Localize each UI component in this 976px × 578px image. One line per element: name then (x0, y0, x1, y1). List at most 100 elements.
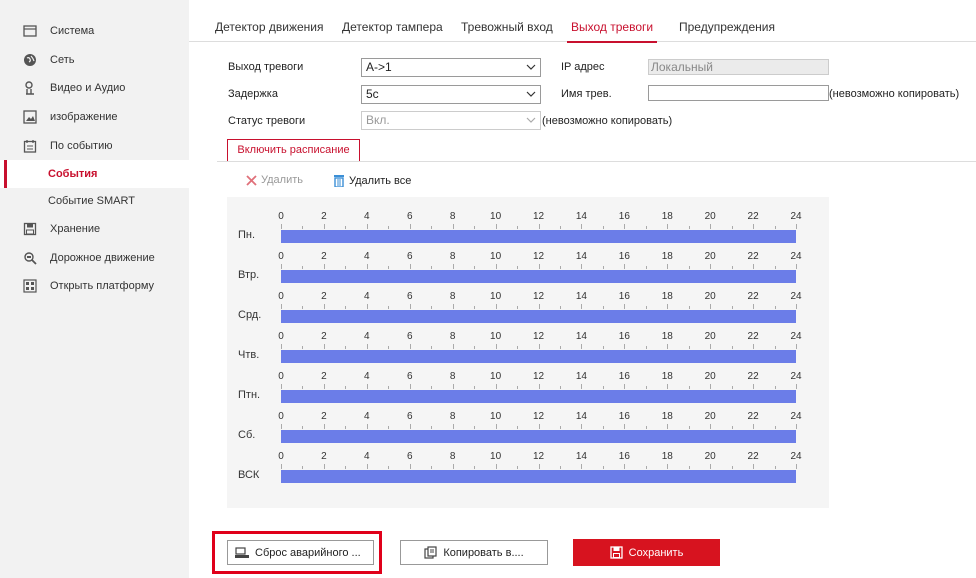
sidebar-item-network[interactable]: Сеть (0, 46, 189, 74)
schedule-bar[interactable] (281, 390, 796, 403)
tab-exceptions[interactable]: Предупреждения (679, 12, 775, 42)
alarm-name-input[interactable] (648, 85, 829, 101)
hour-tick-label: 4 (364, 291, 370, 302)
hour-tick-label: 22 (747, 411, 759, 422)
delete-all-label: Удалить все (349, 174, 412, 187)
hour-tick-label: 4 (364, 411, 370, 422)
hour-tick-mark (688, 386, 690, 389)
hour-tick-label: 18 (661, 371, 673, 382)
tab-motion-detection[interactable]: Детектор движения (215, 12, 323, 42)
delay-select[interactable]: 5с (361, 85, 541, 104)
hour-tick-mark (452, 224, 454, 229)
app-root: Система Сеть Видео и Аудио изображение П… (0, 0, 976, 578)
hour-tick-label: 22 (747, 451, 759, 462)
hour-tick-label: 18 (661, 451, 673, 462)
hour-tick-mark (667, 224, 669, 229)
hour-tick-label: 14 (575, 411, 587, 422)
hour-tick-label: 20 (704, 331, 716, 342)
hour-tick-mark (323, 304, 325, 309)
sidebar-item-video-audio[interactable]: Видео и Аудио (0, 74, 189, 102)
hour-tick-label: 8 (449, 211, 456, 222)
hour-tick-mark (281, 224, 282, 229)
hour-tick-mark (388, 306, 390, 309)
hour-tick-label: 12 (532, 291, 545, 302)
hour-tick-mark (474, 466, 476, 469)
hour-tick-mark (452, 304, 454, 309)
sidebar-item-traffic[interactable]: Дорожное движение (0, 244, 189, 272)
hour-tick-mark (796, 424, 797, 429)
hour-tick-mark (409, 264, 411, 269)
enable-schedule-button[interactable]: Включить расписание (227, 139, 360, 162)
hour-tick-mark (624, 304, 626, 309)
alarm-status-select: Вкл. (361, 111, 541, 130)
hour-tick-mark (409, 304, 411, 309)
hour-tick-label: 20 (704, 451, 716, 462)
schedule-bar[interactable] (281, 310, 796, 323)
schedule-bar[interactable] (281, 430, 796, 443)
hour-tick-mark (710, 344, 712, 349)
hour-tick-mark (281, 464, 282, 469)
hour-tick-mark (688, 426, 690, 429)
schedule-day-row: Втр. 0 2 4 6 8 10 12 14 16 18 20 22 24 (227, 251, 829, 291)
hour-tick-label: 8 (449, 451, 456, 462)
hour-tick-mark (281, 304, 282, 309)
schedule-bar[interactable] (281, 270, 796, 283)
delay-value: 5с (366, 87, 379, 101)
hour-tick-mark (559, 426, 561, 429)
hour-tick-mark (474, 386, 476, 389)
schedule-day-row: Пн. 0 2 4 6 8 10 12 14 16 18 20 22 24 (227, 211, 829, 251)
hour-tick-mark (323, 464, 325, 469)
hour-tick-mark (581, 224, 583, 229)
hour-tick-mark (602, 466, 604, 469)
hour-tick-mark (753, 344, 755, 349)
hour-tick-mark (796, 344, 797, 349)
hour-tick-mark (796, 464, 797, 469)
hour-tick-mark (452, 424, 454, 429)
hour-tick-label: 18 (661, 251, 673, 262)
schedule-bar[interactable] (281, 230, 796, 243)
hour-tick-mark (474, 346, 476, 349)
hour-tick-label: 0 (278, 291, 284, 302)
alarm-status-label: Статус тревоги (228, 115, 306, 127)
hour-tick-mark (409, 464, 411, 469)
hour-tick-mark (731, 346, 733, 349)
sidebar-item-system[interactable]: Система (0, 17, 189, 45)
copy-to-button[interactable]: Копировать в.... (400, 540, 548, 565)
tab-tamper-detection[interactable]: Детектор тампера (342, 12, 443, 42)
sidebar-item-storage[interactable]: Хранение (0, 215, 189, 243)
schedule-day-row: Сб. 0 2 4 6 8 10 12 14 16 18 20 22 24 (227, 411, 829, 451)
delete-button[interactable]: Удалить (246, 174, 303, 186)
save-button[interactable]: Сохранить (573, 539, 720, 566)
sidebar: Система Сеть Видео и Аудио изображение П… (0, 0, 189, 578)
hour-tick-mark (667, 464, 669, 469)
sidebar-item-events[interactable]: По событию (0, 132, 189, 160)
hour-tick-label: 24 (790, 411, 802, 422)
hour-tick-label: 18 (661, 291, 673, 302)
hour-tick-mark (624, 464, 626, 469)
hour-tick-mark (388, 426, 390, 429)
hour-tick-mark (366, 224, 368, 229)
hour-tick-mark (667, 344, 669, 349)
sidebar-item-basic-events[interactable]: События (0, 160, 189, 188)
chevron-down-icon (526, 91, 536, 97)
hour-tick-label: 0 (278, 411, 284, 422)
tab-alarm-output[interactable]: Выход тревоги (566, 12, 658, 43)
sidebar-item-image[interactable]: изображение (0, 103, 189, 131)
delete-all-button[interactable]: Удалить все (333, 174, 411, 187)
hour-tick-mark (645, 266, 647, 269)
tab-alarm-input[interactable]: Тревожный вход (461, 12, 553, 42)
alarm-output-select[interactable]: A->1 (361, 58, 541, 77)
sidebar-item-open-platform[interactable]: Открыть платформу (0, 272, 189, 300)
hour-tick-mark (474, 266, 476, 269)
hour-tick-label: 2 (321, 371, 327, 382)
hour-tick-mark (323, 424, 325, 429)
hour-tick-mark (774, 426, 776, 429)
hour-tick-mark (302, 426, 304, 429)
hour-tick-mark (731, 466, 733, 469)
schedule-bar[interactable] (281, 350, 796, 363)
sidebar-item-smart-events[interactable]: Событие SMART (0, 187, 189, 215)
hour-tick-mark (431, 346, 433, 349)
schedule-bar[interactable] (281, 470, 796, 483)
traffic-icon (24, 252, 37, 265)
hour-tick-label: 8 (449, 251, 456, 262)
